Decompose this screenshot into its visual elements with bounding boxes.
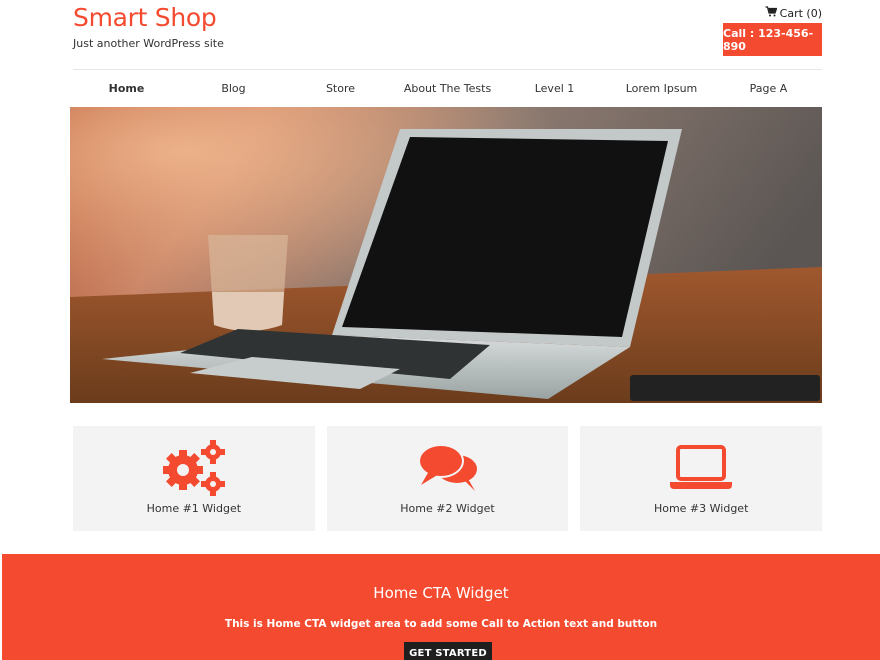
cta-text: This is Home CTA widget area to add some… [224,618,658,630]
cart-link[interactable]: Cart (0) [765,6,822,20]
nav-item-page-a[interactable]: Page A [715,70,822,107]
site-title[interactable]: Smart Shop [73,3,217,32]
laptop-on-table-photo [70,107,822,403]
hero-image [70,107,822,403]
home-widget-2[interactable]: Home #2 Widget [326,426,569,531]
get-started-button[interactable]: GET STARTED [404,642,492,660]
widget-title: Home #1 Widget [146,502,242,515]
home-cta-section: Home CTA Widget This is Home CTA widget … [2,554,880,660]
nav-item-level-1[interactable]: Level 1 [501,70,608,107]
nav-item-about-the-tests[interactable]: About The Tests [394,70,501,107]
nav-item-blog[interactable]: Blog [180,70,287,107]
site-header: Smart Shop Just another WordPress site C… [0,0,880,70]
widget-title: Home #3 Widget [653,502,749,515]
comments-icon [417,438,479,496]
nav-item-lorem-ipsum[interactable]: Lorem Ipsum [608,70,715,107]
nav-item-store[interactable]: Store [287,70,394,107]
home-widget-1[interactable]: Home #1 Widget [73,426,315,531]
call-button[interactable]: Call : 123-456-890 [723,23,822,56]
widget-row: Home #1 Widget Home #2 Widget Home #3 Wi… [73,426,823,531]
nav-item-home[interactable]: Home [73,70,180,107]
home-widget-3[interactable]: Home #3 Widget [580,426,823,531]
cart-label: Cart (0) [779,6,822,20]
main-nav: Home Blog Store About The Tests Level 1 … [73,69,822,107]
cart-icon [765,6,778,20]
laptop-icon [668,438,734,496]
widget-title: Home #2 Widget [400,502,495,515]
gears-icon [161,438,227,496]
site-tagline: Just another WordPress site [73,37,224,50]
cta-title: Home CTA Widget [373,584,509,602]
